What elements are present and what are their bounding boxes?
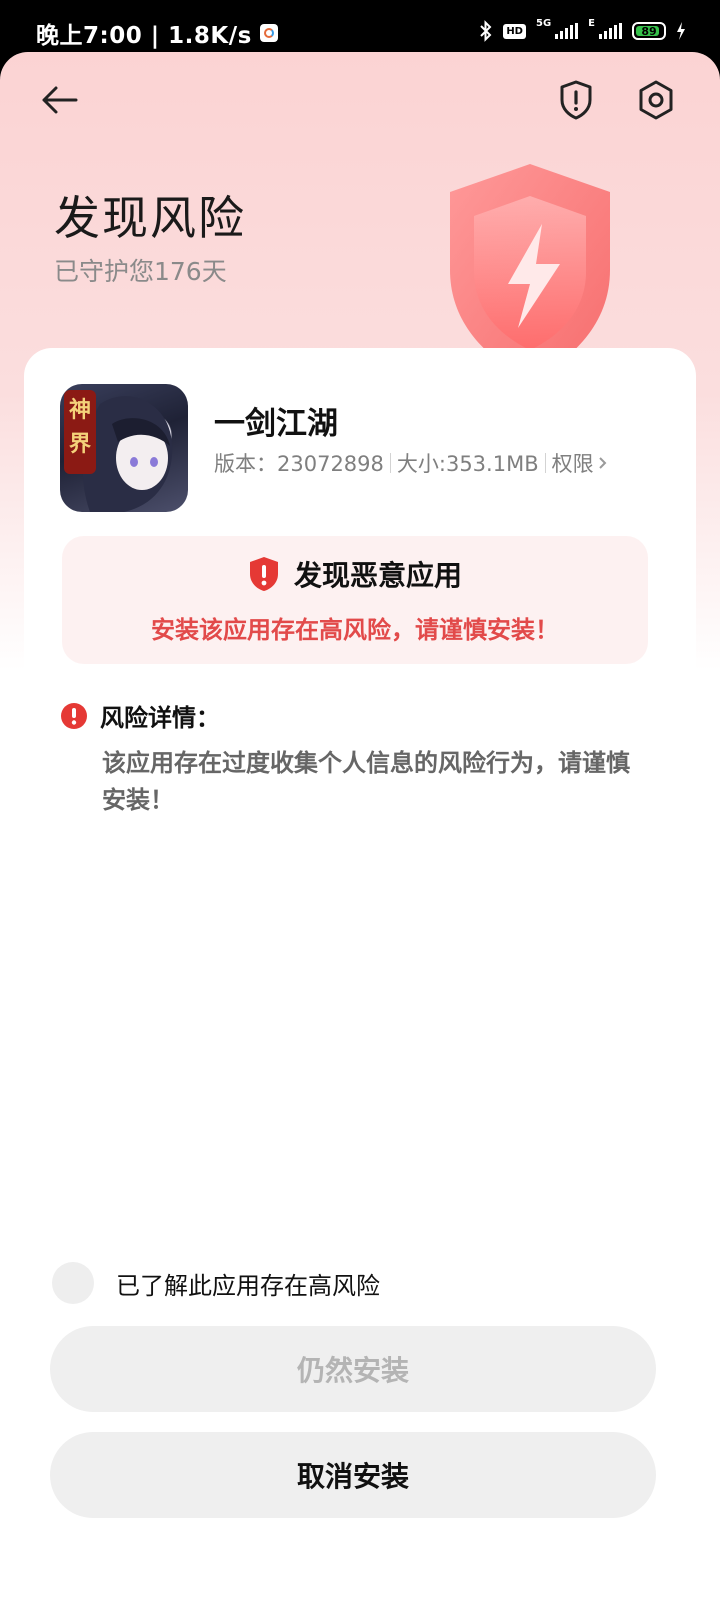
risk-detail-text: 该应用存在过度收集个人信息的风险行为，请谨慎安装！ [102, 749, 630, 814]
meta-divider [389, 453, 391, 473]
app-icon-badge: 神界 [68, 398, 91, 457]
settings-button[interactable] [632, 76, 680, 124]
back-arrow-icon [42, 86, 78, 114]
settings-gear-icon [639, 80, 673, 120]
malicious-warning-box: 发现恶意应用 安装该应用存在高风险，请谨慎安装！ [62, 536, 648, 664]
protection-days: 已守护您176天 [54, 257, 227, 286]
acknowledge-checkbox[interactable] [52, 1262, 94, 1304]
warning-description: 安装该应用存在高风险，请谨慎安装！ [151, 616, 559, 644]
hd-badge: HD [503, 23, 526, 39]
network-e-label: E [588, 17, 595, 29]
acknowledge-row[interactable]: 已了解此应用存在高风险 [52, 1262, 380, 1304]
status-time-speed: 晚上7:00 | 1.8K/s [36, 23, 252, 49]
app-size: 大小:353.1MB [396, 452, 539, 476]
signal-strength-icon-2 [599, 23, 622, 39]
notification-app-icon [259, 24, 278, 42]
security-report-button[interactable] [552, 76, 600, 124]
permissions-label: 权限 [551, 452, 594, 476]
warning-title: 发现恶意应用 [293, 559, 462, 592]
app-name: 一剑江湖 [214, 406, 338, 442]
permissions-link[interactable]: 权限 [552, 448, 608, 478]
battery-level: 89 [641, 24, 657, 38]
meta-divider [544, 453, 546, 473]
risk-screen: 发现风险 已守护您176天 神界 一剑江湖 版本：23072898 大小:353… [0, 52, 720, 1600]
chevron-right-icon [598, 457, 607, 469]
app-version: 版本：23072898 [214, 452, 384, 476]
risk-detail-title: 风险详情： [100, 704, 220, 732]
top-bar [0, 52, 720, 152]
alert-circle-icon [61, 702, 87, 729]
install-anyway-button[interactable]: 仍然安装 [50, 1326, 656, 1412]
network-5g-label: 5G [535, 17, 552, 29]
battery-icon: 89 [632, 22, 666, 40]
charging-icon [677, 22, 685, 40]
risk-detail-head: 风险详情： [60, 698, 660, 733]
risk-detail: 风险详情： 该应用存在过度收集个人信息的风险行为，请谨慎安装！ [60, 698, 660, 819]
danger-shield-icon [249, 557, 278, 591]
app-risk-card: 神界 一剑江湖 版本：23072898 大小:353.1MB 权限 发现恶意应用… [24, 348, 696, 1600]
app-meta: 版本：23072898 大小:353.1MB 权限 [214, 448, 608, 478]
cancel-install-button[interactable]: 取消安装 [50, 1432, 656, 1518]
warning-head: 发现恶意应用 [62, 554, 648, 594]
app-icon: 神界 [60, 384, 188, 512]
status-left: 晚上7:00 | 1.8K/s [36, 16, 278, 50]
bluetooth-icon [480, 20, 492, 42]
signal-strength-icon [555, 23, 579, 39]
back-button[interactable] [36, 76, 84, 124]
shield-alert-icon [560, 80, 592, 120]
status-right: HD 5G E 89 [479, 18, 686, 44]
page-title: 发现风险 [54, 191, 246, 245]
acknowledge-label: 已了解此应用存在高风险 [116, 1271, 380, 1300]
